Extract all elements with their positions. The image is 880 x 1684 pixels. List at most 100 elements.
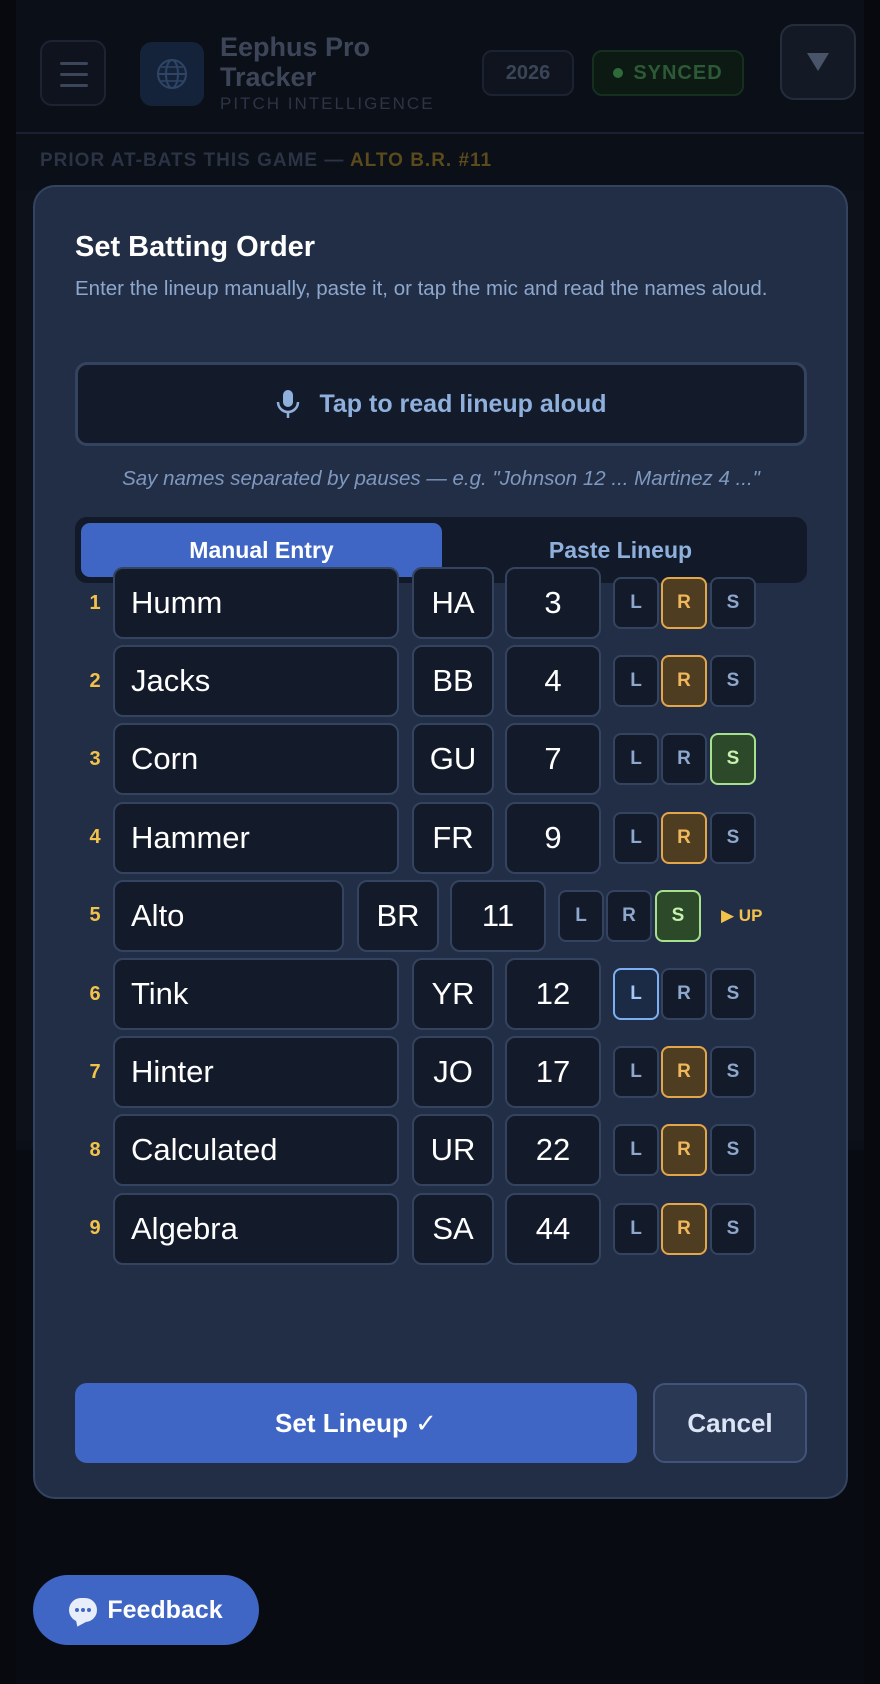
bats-s-toggle[interactable]: S bbox=[710, 733, 756, 786]
bats-l-toggle[interactable]: L bbox=[613, 968, 659, 1020]
player-name-input[interactable]: Hinter bbox=[113, 1036, 399, 1109]
bats-s-toggle[interactable]: S bbox=[655, 889, 701, 942]
batting-order-number: 3 bbox=[89, 747, 101, 770]
hamburger-icon-bar bbox=[60, 84, 88, 87]
jersey-number-input[interactable]: 7 bbox=[505, 723, 601, 796]
globe-logo-icon bbox=[140, 42, 204, 106]
bats-r-toggle[interactable]: R bbox=[661, 1124, 707, 1177]
voice-hint: Say names separated by pauses — e.g. "Jo… bbox=[122, 467, 760, 490]
hamburger-icon bbox=[60, 62, 88, 65]
modal-title: Set Batting Order bbox=[75, 231, 316, 263]
bats-l-toggle[interactable]: L bbox=[558, 889, 604, 942]
jersey-number-input[interactable]: 17 bbox=[505, 1036, 601, 1109]
player-name-input[interactable]: Algebra bbox=[113, 1192, 399, 1265]
lineup-row: 6 Tink YR 12 L R S bbox=[35, 958, 850, 1030]
bats-l-toggle[interactable]: L bbox=[613, 577, 659, 629]
sync-status-badge: SYNCED bbox=[592, 50, 744, 96]
lineup-row: 2 Jacks BB 4 L R S bbox=[35, 645, 850, 718]
bats-r-toggle[interactable]: R bbox=[661, 1202, 707, 1255]
bats-l-toggle[interactable]: L bbox=[613, 1202, 659, 1255]
app-header: Eephus Pro Tracker PITCH INTELLIGENCE 20… bbox=[16, 0, 864, 134]
feedback-button[interactable]: Feedback bbox=[33, 1575, 259, 1645]
bats-r-toggle[interactable]: R bbox=[661, 1046, 707, 1099]
filter-dropdown-button[interactable] bbox=[780, 24, 856, 100]
jersey-number-input[interactable]: 9 bbox=[505, 801, 601, 874]
bats-s-toggle[interactable]: S bbox=[710, 1124, 756, 1177]
cancel-button[interactable]: Cancel bbox=[653, 1383, 807, 1463]
team-code-input[interactable]: SA bbox=[412, 1192, 494, 1265]
lineup-row: 9 Algebra SA 44 L R S bbox=[35, 1192, 850, 1265]
microphone-icon bbox=[277, 390, 300, 418]
triangle-down-icon bbox=[807, 53, 829, 71]
app-title: Eephus Pro Tracker bbox=[220, 32, 371, 92]
lineup-row: 7 Hinter JO 17 L R S bbox=[35, 1036, 850, 1109]
lineup-row: 3 Corn GU 7 L R S bbox=[35, 723, 850, 796]
prior-at-bats-text: PRIOR AT-BATS THIS GAME — bbox=[40, 150, 350, 171]
team-code-input[interactable]: HA bbox=[412, 567, 494, 639]
batting-order-number: 7 bbox=[89, 1060, 101, 1083]
team-code-input[interactable]: BB bbox=[412, 645, 494, 718]
jersey-number-input[interactable]: 22 bbox=[505, 1114, 601, 1187]
player-name-input[interactable]: Corn bbox=[113, 723, 399, 796]
bats-s-toggle[interactable]: S bbox=[710, 968, 756, 1020]
jersey-number-input[interactable]: 3 bbox=[505, 567, 601, 639]
sync-status-text: SYNCED bbox=[633, 61, 723, 84]
batting-order-number: 6 bbox=[89, 982, 101, 1005]
modal-description: Enter the lineup manually, paste it, or … bbox=[75, 277, 768, 300]
bats-l-toggle[interactable]: L bbox=[613, 655, 659, 708]
prior-at-bats-batter: ALTO B.R. #11 bbox=[349, 150, 493, 171]
bats-s-toggle[interactable]: S bbox=[710, 655, 756, 708]
batting-order-number: 2 bbox=[89, 669, 101, 692]
bats-s-toggle[interactable]: S bbox=[710, 1046, 756, 1099]
app-subtitle: PITCH INTELLIGENCE bbox=[220, 94, 435, 113]
bats-l-toggle[interactable]: L bbox=[613, 811, 659, 864]
team-code-input[interactable]: BR bbox=[357, 879, 439, 952]
bats-s-toggle[interactable]: S bbox=[710, 577, 756, 629]
batting-order-modal: Set Batting Order Enter the lineup manua… bbox=[33, 185, 848, 1499]
bats-l-toggle[interactable]: L bbox=[613, 733, 659, 786]
prior-at-bats-label: PRIOR AT-BATS THIS GAME — ALTO B.R. #11 bbox=[40, 150, 492, 172]
player-name-input[interactable]: Alto bbox=[113, 879, 344, 952]
team-code-input[interactable]: FR bbox=[412, 801, 494, 874]
jersey-number-input[interactable]: 4 bbox=[505, 645, 601, 718]
feedback-label: Feedback bbox=[107, 1595, 223, 1624]
bats-r-toggle[interactable]: R bbox=[661, 577, 707, 629]
batting-order-number: 4 bbox=[89, 826, 101, 849]
bats-s-toggle[interactable]: S bbox=[710, 811, 756, 864]
set-lineup-button[interactable]: Set Lineup ✓ bbox=[75, 1383, 637, 1463]
speech-bubble-icon bbox=[69, 1598, 98, 1622]
season-year-badge[interactable]: 2026 bbox=[482, 50, 574, 96]
player-name-input[interactable]: Calculated bbox=[113, 1114, 399, 1187]
voice-lineup-label: Tap to read lineup aloud bbox=[319, 389, 607, 418]
bats-r-toggle[interactable]: R bbox=[661, 733, 707, 786]
player-name-input[interactable]: Hammer bbox=[113, 801, 399, 874]
player-name-input[interactable]: Humm bbox=[113, 567, 399, 639]
bats-r-toggle[interactable]: R bbox=[661, 811, 707, 864]
bats-r-toggle[interactable]: R bbox=[661, 968, 707, 1020]
bats-r-toggle[interactable]: R bbox=[661, 655, 707, 708]
bats-l-toggle[interactable]: L bbox=[613, 1046, 659, 1099]
lineup-row: 1 Humm HA 3 L R S bbox=[35, 567, 850, 639]
team-code-input[interactable]: GU bbox=[412, 723, 494, 796]
status-dot-icon bbox=[613, 68, 624, 78]
player-name-input[interactable]: Jacks bbox=[113, 645, 399, 718]
menu-button[interactable] bbox=[40, 40, 106, 106]
batting-order-number: 8 bbox=[89, 1138, 101, 1161]
voice-lineup-button[interactable]: Tap to read lineup aloud bbox=[75, 362, 807, 446]
team-code-input[interactable]: JO bbox=[412, 1036, 494, 1109]
player-name-input[interactable]: Tink bbox=[113, 958, 399, 1030]
batting-order-number: 1 bbox=[89, 591, 101, 614]
hamburger-icon-bar bbox=[60, 73, 88, 76]
jersey-number-input[interactable]: 44 bbox=[505, 1192, 601, 1265]
team-code-input[interactable]: YR bbox=[412, 958, 494, 1030]
bats-l-toggle[interactable]: L bbox=[613, 1124, 659, 1177]
up-next-badge: ▶ UP bbox=[721, 905, 763, 925]
team-code-input[interactable]: UR bbox=[412, 1114, 494, 1187]
bats-s-toggle[interactable]: S bbox=[710, 1202, 756, 1255]
jersey-number-input[interactable]: 12 bbox=[505, 958, 601, 1030]
jersey-number-input[interactable]: 11 bbox=[450, 879, 546, 952]
batting-order-number: 5 bbox=[89, 904, 101, 927]
lineup-row: 8 Calculated UR 22 L R S bbox=[35, 1114, 850, 1187]
bats-r-toggle[interactable]: R bbox=[606, 889, 652, 942]
batting-order-number: 9 bbox=[89, 1217, 101, 1240]
